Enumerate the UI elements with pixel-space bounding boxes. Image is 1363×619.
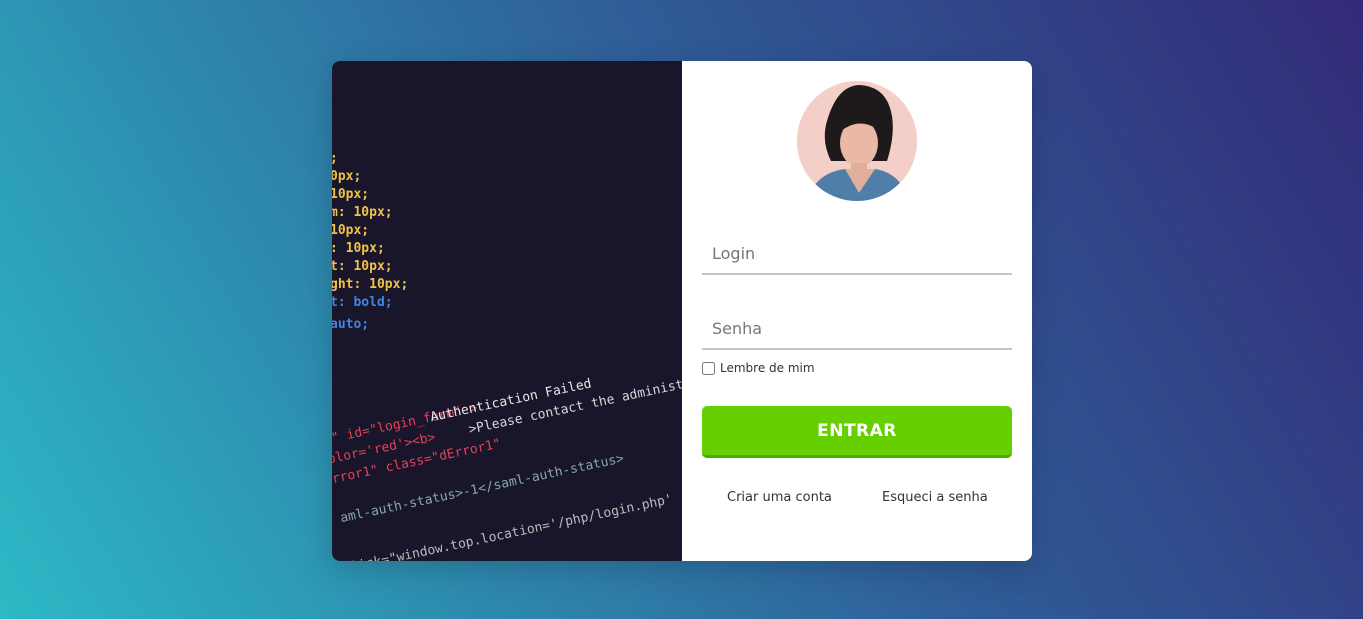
- code-line: ght: 10px;: [332, 277, 408, 292]
- code-line: 10px;: [332, 223, 369, 238]
- password-field: [702, 308, 1012, 350]
- code-line: t: 10px;: [332, 259, 393, 274]
- code-line: 10px;: [332, 187, 369, 202]
- login-input[interactable]: [702, 233, 1012, 273]
- code-background-image: ; 0px; 10px; m: 10px; 10px; : 10px; t: 1…: [332, 61, 682, 561]
- remember-me-label: Lembre de mim: [720, 361, 815, 375]
- user-avatar: [797, 81, 917, 201]
- code-line: 0px;: [332, 169, 361, 184]
- code-illustration: ; 0px; 10px; m: 10px; 10px; : 10px; t: 1…: [332, 151, 682, 561]
- avatar-image: [797, 81, 917, 201]
- code-line: m: 10px;: [332, 205, 393, 220]
- login-panel: Lembre de mim ENTRAR Criar uma conta Esq…: [682, 61, 1032, 561]
- code-line: : 10px;: [332, 241, 385, 256]
- code-line: t: bold;: [332, 295, 393, 310]
- login-card: ; 0px; 10px; m: 10px; 10px; : 10px; t: 1…: [332, 61, 1032, 561]
- code-line: ;: [332, 151, 338, 166]
- remember-me-checkbox[interactable]: [702, 361, 715, 375]
- forgot-password-link[interactable]: Esqueci a senha: [882, 490, 988, 505]
- password-input[interactable]: [702, 308, 1012, 348]
- submit-button[interactable]: ENTRAR: [702, 406, 1012, 458]
- remember-me: Lembre de mim: [702, 361, 815, 375]
- code-line: auto;: [332, 317, 369, 332]
- create-account-link[interactable]: Criar uma conta: [727, 490, 832, 505]
- login-field: [702, 233, 1012, 275]
